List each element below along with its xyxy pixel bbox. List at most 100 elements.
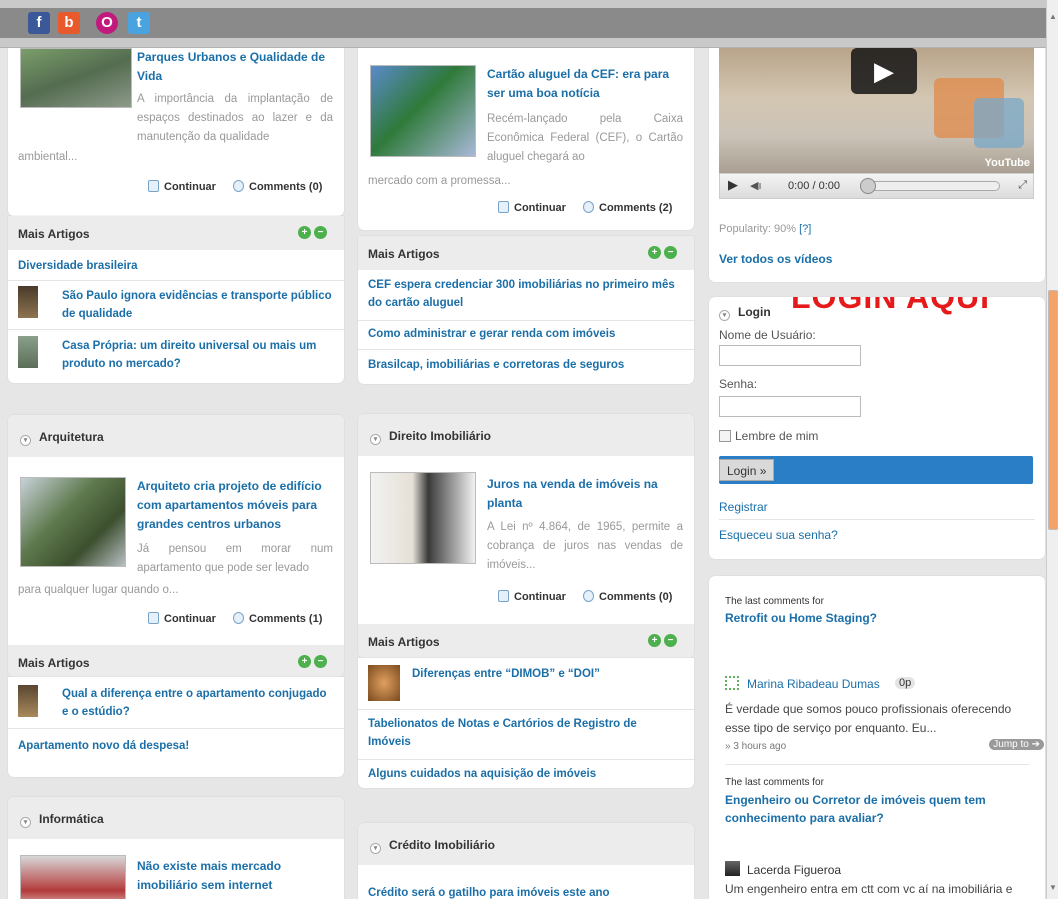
- collapse-toggle-icon[interactable]: ▾: [719, 310, 730, 321]
- related-link[interactable]: Tabelionatos de Notas e Cartórios de Reg…: [368, 715, 648, 751]
- article-excerpt: A Lei nº 4.864, de 1965, permite a cobra…: [487, 521, 683, 571]
- collapse-toggle-icon[interactable]: ▾: [20, 817, 31, 828]
- remember-checkbox[interactable]: [719, 430, 731, 442]
- commenter-name[interactable]: Marina Ribadeau Dumas: [747, 677, 880, 691]
- article-title[interactable]: Juros na venda de imóveis na planta: [487, 475, 677, 513]
- article-thumbnail: [370, 65, 476, 157]
- video-furniture: [974, 98, 1024, 148]
- related-link[interactable]: Diferenças entre “DIMOB” e “DOI”: [412, 665, 682, 683]
- collapse-icon[interactable]: −: [664, 634, 677, 647]
- password-field[interactable]: [719, 396, 861, 417]
- related-link[interactable]: Crédito será o gatilho para imóveis este…: [368, 884, 684, 899]
- article-thumbnail: [20, 477, 126, 567]
- collapse-icon[interactable]: −: [314, 655, 327, 668]
- expand-icon[interactable]: +: [648, 246, 661, 259]
- document-icon: [148, 612, 159, 624]
- related-thumbnail: [18, 286, 38, 318]
- collapse-toggle-icon[interactable]: ▾: [370, 434, 381, 445]
- video-controls: ▶ ◀ı 0:00 / 0:00 ⤢: [719, 173, 1034, 199]
- category-card-arquitetura: ▾ Arquitetura Arquiteto cria projeto de e…: [8, 415, 344, 677]
- comment-post-link[interactable]: Engenheiro ou Corretor de imóveis quem t…: [725, 791, 1015, 827]
- video-time: 0:00 / 0:00: [788, 180, 840, 192]
- scroll-up-icon[interactable]: ▲: [1048, 12, 1058, 22]
- article-excerpt: A importância da implantação de espaços …: [137, 93, 333, 143]
- related-link[interactable]: CEF espera credenciar 300 imobiliárias n…: [368, 276, 684, 312]
- login-heading[interactable]: ▾ Login: [719, 305, 771, 321]
- social-strip: [0, 8, 1046, 38]
- category-title[interactable]: ▾ Informática: [20, 812, 104, 828]
- seek-bar[interactable]: [860, 181, 1000, 191]
- article-actions: Continuar Comments (2): [498, 201, 672, 214]
- article-title[interactable]: Não existe mais mercado imobiliário sem …: [137, 857, 327, 895]
- popularity-help-link[interactable]: [?]: [799, 223, 811, 235]
- related-link[interactable]: Diversidade brasileira: [18, 257, 334, 275]
- twitter-icon[interactable]: t: [128, 12, 150, 34]
- login-button[interactable]: Login »: [719, 456, 1033, 484]
- comment-prefix: The last comments for: [725, 777, 824, 788]
- volume-icon[interactable]: ◀ı: [750, 179, 762, 192]
- page-scrollbar[interactable]: ▲ ▼: [1046, 0, 1058, 899]
- username-label: Nome de Usuário:: [719, 328, 816, 342]
- divider: [8, 728, 344, 729]
- related-link[interactable]: Qual a diferença entre o apartamento con…: [62, 685, 332, 721]
- article-excerpt-tail: para qualquer lugar quando o...: [18, 584, 179, 596]
- username-field[interactable]: [719, 345, 861, 366]
- comments-link[interactable]: Comments (0): [583, 590, 672, 603]
- expand-icon[interactable]: +: [648, 634, 661, 647]
- forgot-password-link[interactable]: Esqueceu sua senha?: [719, 528, 838, 542]
- mais-artigos-box: Mais Artigos + − CEF espera credenciar 3…: [358, 236, 694, 384]
- divider: [719, 519, 1035, 520]
- collapse-icon[interactable]: −: [314, 226, 327, 239]
- mais-artigos-box: Mais Artigos + − Diversidade brasileira …: [8, 216, 344, 383]
- category-title[interactable]: ▾ Crédito Imobiliário: [370, 838, 495, 854]
- flickr-icon[interactable]: b: [58, 12, 80, 34]
- related-link[interactable]: Brasilcap, imobiliárias e corretoras de …: [368, 356, 684, 374]
- article-title[interactable]: Parques Urbanos e Qualidade de Vida: [137, 48, 337, 86]
- play-icon[interactable]: ▶: [851, 48, 917, 94]
- related-link[interactable]: São Paulo ignora evidências e transporte…: [62, 287, 332, 323]
- comments-link[interactable]: Comments (1): [233, 612, 322, 625]
- facebook-icon[interactable]: f: [28, 12, 50, 34]
- jump-to-button[interactable]: Jump to ➔: [989, 739, 1044, 750]
- comment-icon: [233, 612, 245, 624]
- expand-icon[interactable]: +: [298, 655, 311, 668]
- continue-link[interactable]: Continuar: [498, 590, 566, 603]
- category-header: ▾ Crédito Imobiliário: [358, 823, 694, 865]
- collapse-toggle-icon[interactable]: ▾: [20, 435, 31, 446]
- seek-handle[interactable]: [860, 178, 876, 194]
- related-link[interactable]: Como administrar e gerar renda com imóve…: [368, 325, 684, 343]
- comment-text: É verdade que somos pouco profissionais …: [725, 702, 1012, 735]
- scroll-down-icon[interactable]: ▼: [1048, 883, 1058, 893]
- category-card-credito: ▾ Crédito Imobiliário Crédito será o gati…: [358, 823, 694, 899]
- continue-link[interactable]: Continuar: [148, 180, 216, 193]
- category-title[interactable]: ▾ Direito Imobiliário: [370, 429, 491, 445]
- document-icon: [148, 180, 159, 192]
- related-link[interactable]: Casa Própria: um direito universal ou ma…: [62, 337, 332, 373]
- related-link[interactable]: Apartamento novo dá despesa!: [18, 737, 334, 755]
- commenter-name[interactable]: Lacerda Figueroa: [747, 863, 841, 877]
- orkut-icon[interactable]: O: [96, 12, 118, 34]
- top-bar: f b O t: [0, 0, 1046, 48]
- category-title[interactable]: ▾ Arquitetura: [20, 430, 104, 446]
- play-button-icon[interactable]: ▶: [728, 177, 738, 193]
- related-link[interactable]: Alguns cuidados na aquisição de imóveis: [368, 765, 684, 783]
- collapse-icon[interactable]: −: [664, 246, 677, 259]
- category-card-informatica: ▾ Informática Não existe mais mercado imo…: [8, 797, 344, 899]
- popularity: Popularity: 90% [?]: [719, 223, 812, 235]
- register-link[interactable]: Registrar: [719, 500, 768, 514]
- article-title[interactable]: Arquiteto cria projeto de edifício com a…: [137, 477, 337, 534]
- divider: [358, 759, 694, 760]
- comments-link[interactable]: Comments (0): [233, 180, 322, 193]
- comment-icon: [233, 180, 245, 192]
- comments-link[interactable]: Comments (2): [583, 201, 672, 214]
- expand-icon[interactable]: +: [298, 226, 311, 239]
- article-title[interactable]: Cartão aluguel da CEF: era para ser uma …: [487, 65, 683, 103]
- continue-link[interactable]: Continuar: [498, 201, 566, 214]
- video-player[interactable]: ▶ YouTube: [719, 48, 1034, 173]
- all-videos-link[interactable]: Ver todos os vídeos: [719, 252, 832, 266]
- fullscreen-icon[interactable]: ⤢: [1018, 179, 1027, 192]
- scrollbar-thumb[interactable]: [1048, 290, 1058, 530]
- continue-link[interactable]: Continuar: [148, 612, 216, 625]
- collapse-toggle-icon[interactable]: ▾: [370, 843, 381, 854]
- comment-post-link[interactable]: Retrofit ou Home Staging?: [725, 611, 877, 625]
